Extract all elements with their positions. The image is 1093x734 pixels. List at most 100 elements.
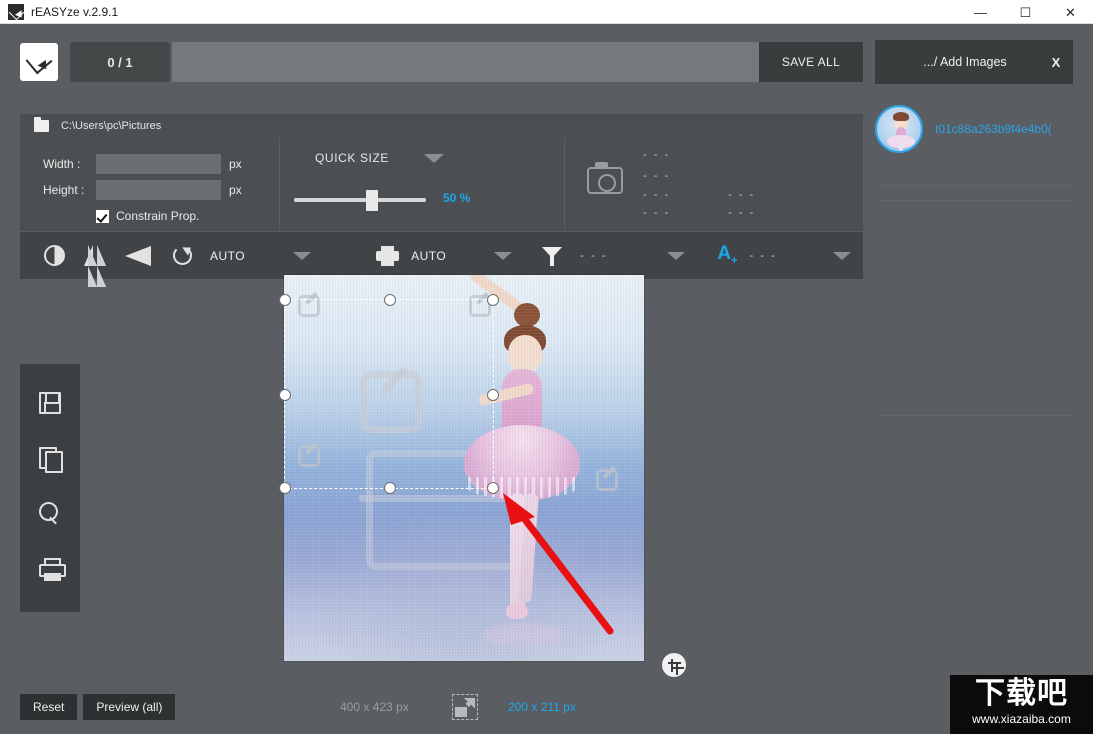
left-tool-rail xyxy=(20,364,80,612)
printer-icon[interactable] xyxy=(376,246,400,265)
crop-handle-middle-right[interactable] xyxy=(487,389,499,401)
flip-horizontal-icon[interactable] xyxy=(84,245,106,287)
exif-line-1: - - - xyxy=(643,149,671,161)
image-canvas[interactable] xyxy=(279,275,644,661)
preview-all-button[interactable]: Preview (all) xyxy=(83,694,176,720)
crop-handle-bottom-right[interactable] xyxy=(487,482,499,494)
figure-pointe-shoe xyxy=(506,603,528,619)
crop-handle-bottom-center[interactable] xyxy=(384,482,396,494)
image-counter: 0 / 1 xyxy=(70,42,170,82)
width-label: Width : xyxy=(43,157,81,171)
exif-line-4: - - - xyxy=(643,207,671,219)
width-row: Width : px xyxy=(43,154,279,174)
printer-icon-rail[interactable] xyxy=(38,558,66,579)
add-images-label: .../ Add Images xyxy=(923,55,1007,69)
height-input[interactable] xyxy=(96,180,221,200)
filter-value: - - - xyxy=(580,249,608,262)
watermark-chevron-down-icon[interactable] xyxy=(832,251,851,260)
panel-divider-1 xyxy=(875,185,1073,186)
crop-handle-top-left[interactable] xyxy=(279,294,291,306)
panel-empty-block-1 xyxy=(875,200,1073,415)
crop-icon xyxy=(667,658,681,672)
close-button[interactable]: ✕ xyxy=(1048,0,1093,24)
figure-hair-bun xyxy=(514,303,540,327)
crop-handle-middle-left[interactable] xyxy=(279,389,291,401)
add-images-button[interactable]: .../ Add Images X xyxy=(875,40,1073,84)
height-row: Height : px xyxy=(43,180,279,200)
dimensions-section: Width : px Height : px Constrain Prop. xyxy=(20,137,280,231)
rotate-icon[interactable] xyxy=(173,246,192,265)
clear-list-button[interactable]: X xyxy=(1039,55,1073,70)
quick-size-percent: 50 % xyxy=(443,191,471,205)
crop-selection[interactable] xyxy=(279,294,499,494)
quick-size-section: QUICK SIZE 50 % xyxy=(280,137,565,231)
magnifier-icon[interactable] xyxy=(38,502,62,525)
copy-pages-icon[interactable] xyxy=(39,447,63,473)
exif-line-3: - - - xyxy=(643,189,671,201)
figure-leg-back xyxy=(518,492,539,604)
exif-section: - - - - - - - - - - - - - - - - - - xyxy=(565,137,863,231)
resize-arrow-icon[interactable] xyxy=(20,43,58,81)
thumb-legs xyxy=(899,145,903,151)
width-input[interactable] xyxy=(96,154,221,174)
watermark-tile-bottom-right xyxy=(596,469,618,491)
height-label: Height : xyxy=(43,183,85,197)
save-all-button[interactable]: SAVE ALL xyxy=(759,42,863,82)
funnel-icon[interactable] xyxy=(542,246,563,266)
resize-arrow-box-icon xyxy=(452,694,478,720)
size-panel: Width : px Height : px Constrain Prop. Q… xyxy=(20,137,863,231)
watermark-logo-text: 下载吧 xyxy=(975,676,1068,711)
figure-leg-front xyxy=(510,493,525,611)
height-unit: px xyxy=(229,183,242,197)
contrast-icon[interactable] xyxy=(44,245,65,266)
exif-line-5: - - - xyxy=(728,189,756,201)
reset-button[interactable]: Reset xyxy=(20,694,78,720)
flip-vertical-icon[interactable] xyxy=(125,245,151,266)
crop-handle-top-center[interactable] xyxy=(384,294,396,306)
rotate-mode-label: AUTO xyxy=(210,248,246,263)
constrain-checkbox[interactable] xyxy=(96,209,109,223)
watermark-letter: A xyxy=(717,243,732,265)
print-mode-label: AUTO xyxy=(411,248,447,263)
window-title: rEASYze v.2.9.1 xyxy=(31,4,119,19)
figure-head xyxy=(508,335,542,373)
tools-row: AUTO AUTO - - - A+ - - - xyxy=(20,232,863,287)
watermark-value: - - - xyxy=(749,249,777,262)
maximize-button[interactable]: ☐ xyxy=(1003,0,1048,24)
path-bar[interactable]: C:\Users\pc\Pictures xyxy=(20,114,863,137)
title-bar: rEASYze v.2.9.1 — ☐ ✕ xyxy=(0,0,1093,24)
crop-handle-top-right[interactable] xyxy=(487,294,499,306)
ballerina-thumbnail xyxy=(875,105,923,153)
camera-icon xyxy=(587,162,623,194)
quick-size-slider-thumb[interactable] xyxy=(366,190,378,211)
app-body: 0 / 1 SAVE ALL C:\Users\pc\Pictures Widt… xyxy=(0,24,1093,734)
top-toolbar: 0 / 1 SAVE ALL xyxy=(20,40,863,84)
panel-empty-block-2 xyxy=(875,415,1073,549)
folder-icon xyxy=(34,116,49,132)
original-size-label: 400 x 423 px xyxy=(340,700,409,714)
list-item[interactable]: t01c88a263b9f4e4b0( xyxy=(875,105,1073,153)
right-panel: .../ Add Images X t01c88a263b9f4e4b0( xyxy=(875,40,1073,549)
filter-chevron-down-icon[interactable] xyxy=(667,251,686,260)
print-chevron-down-icon[interactable] xyxy=(494,251,513,260)
site-watermark: 下载吧 www.xiazaiba.com xyxy=(950,675,1093,734)
new-size-label: 200 x 211 px xyxy=(508,700,576,714)
floppy-save-icon[interactable] xyxy=(39,392,61,414)
toolbar-progress-area xyxy=(172,42,759,82)
exif-line-2: - - - xyxy=(643,170,671,182)
quick-size-slider-track[interactable] xyxy=(294,198,426,202)
image-file-name: t01c88a263b9f4e4b0( xyxy=(935,122,1052,136)
crop-handle-bottom-left[interactable] xyxy=(279,482,291,494)
window-controls: — ☐ ✕ xyxy=(958,0,1093,24)
crop-tool-button[interactable] xyxy=(662,653,686,677)
output-path-label: C:\Users\pc\Pictures xyxy=(61,119,162,132)
bottom-bar: Reset Preview (all) xyxy=(20,694,176,720)
quick-size-chevron-down-icon[interactable] xyxy=(424,154,444,163)
exif-line-6: - - - xyxy=(728,207,756,219)
watermark-url: www.xiazaiba.com xyxy=(972,712,1071,726)
text-watermark-icon[interactable]: A+ xyxy=(717,244,737,267)
app-icon xyxy=(8,3,24,20)
constrain-proportions-row[interactable]: Constrain Prop. xyxy=(96,209,279,223)
minimize-button[interactable]: — xyxy=(958,0,1003,24)
rotate-chevron-down-icon[interactable] xyxy=(293,251,312,260)
